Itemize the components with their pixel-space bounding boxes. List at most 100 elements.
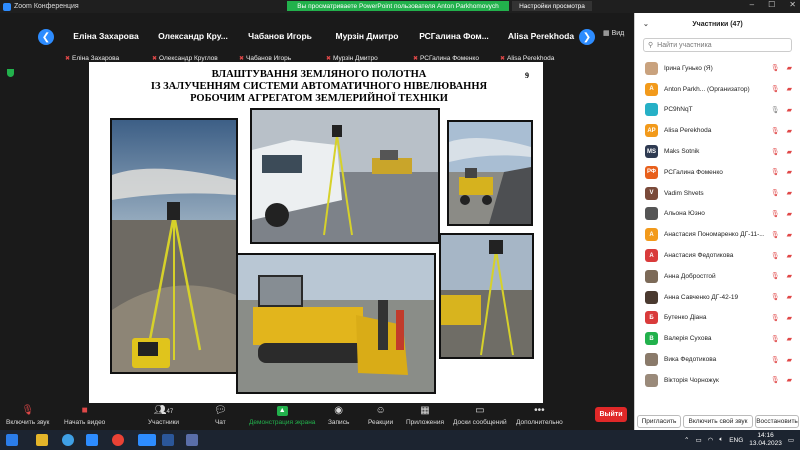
unmute-self-button[interactable]: Включить свой звук	[683, 414, 753, 428]
video-label: Начать видео	[64, 419, 106, 426]
mic-off-icon: 🎙︎	[770, 252, 780, 260]
tile-name-small: ✖ Чабанов Игорь	[239, 55, 291, 62]
participant-row[interactable]: PC9hNqT 🎙︎ ▰	[635, 100, 800, 121]
participant-row[interactable]: Вика Федотикова 🎙︎ ▰	[635, 349, 800, 370]
app-taskbar-icon[interactable]	[186, 434, 198, 446]
participant-search[interactable]: ⚲ Найти участника	[643, 38, 792, 52]
zoom-taskbar-icon[interactable]	[86, 434, 98, 446]
tile-name-large: Олександр Кру...	[158, 31, 228, 41]
participant-row[interactable]: В Валерія Сухова 🎙︎ ▰	[635, 328, 800, 349]
participant-name: Валерія Сухова	[664, 335, 712, 343]
share-screen-button[interactable]: ▲ Демонстрация экрана	[249, 405, 315, 426]
video-tile[interactable]: Олександр Кру... ✖ Олександр Круглов	[150, 21, 236, 62]
participant-status-icons: 🎙︎ ▰	[771, 272, 792, 280]
more-button[interactable]: ••• Дополнительно	[516, 405, 563, 426]
file-explorer-icon[interactable]	[36, 434, 48, 446]
video-off-icon: ▰	[786, 294, 792, 302]
close-icon[interactable]: ✕	[789, 0, 796, 9]
reclaim-host-button[interactable]: Восстановить	[755, 414, 799, 428]
unmute-label: Включить звук	[6, 419, 50, 426]
tile-name-large: Мурзін Дмитро	[335, 31, 399, 41]
volume-icon[interactable]: 🔈︎	[719, 436, 723, 444]
participant-row[interactable]: Анна Савченко ДГ-42-19 🎙︎ ▰	[635, 287, 800, 308]
strip-next-button[interactable]: ❯	[579, 29, 595, 45]
view-button[interactable]: ▦ Вид	[603, 29, 624, 37]
participant-row[interactable]: Вікторія Чорножук 🎙︎ ▰	[635, 370, 800, 391]
participant-name: Анна Савченко ДГ-42-19	[664, 293, 739, 301]
participant-row[interactable]: Альона Юзно 🎙︎ ▰	[635, 204, 800, 225]
participant-name: Бутенко Діана	[664, 314, 707, 322]
mic-off-icon: 🎙︎	[21, 405, 35, 416]
participant-row[interactable]: V Vadim Shvets 🎙︎ ▰	[635, 183, 800, 204]
mic-off-icon: ✖	[326, 56, 332, 62]
participant-row[interactable]: AP Alisa Perekhoda 🎙︎ ▰	[635, 120, 800, 141]
tile-name-large: Чабанов Игорь	[248, 31, 312, 41]
chevron-down-icon[interactable]: ⌄	[643, 20, 649, 28]
chevron-up-icon[interactable]: ⌃	[684, 436, 689, 444]
unmute-button[interactable]: 🎙︎ Включить звук	[6, 405, 49, 426]
participant-status-icons: 🎙︎ ▰	[771, 356, 792, 364]
participant-row[interactable]: РФ РСГалина Фоменко 🎙︎ ▰	[635, 162, 800, 183]
zoom-window: Zoom Конференция Вы просматриваете Power…	[0, 0, 800, 450]
video-off-icon: ▰	[786, 106, 792, 114]
video-tile[interactable]: Чабанов Игорь ✖ Чабанов Игорь	[237, 21, 323, 62]
wifi-icon[interactable]: ◠	[708, 436, 714, 444]
tile-label: РСГалина Фоменко	[420, 55, 479, 62]
participant-row[interactable]: MS Maks Sotnik 🎙︎ ▰	[635, 141, 800, 162]
participants-button[interactable]: 👥︎47 Участники	[148, 405, 179, 426]
tile-label: Еліна Захарова	[72, 55, 120, 62]
chat-button[interactable]: 💬︎ Чат	[214, 405, 227, 426]
chrome-icon[interactable]	[112, 434, 124, 446]
view-settings-button[interactable]: Настройки просмотра	[512, 1, 592, 11]
clock[interactable]: 14:16 13.04.2023	[749, 432, 782, 448]
whiteboards-button[interactable]: ▭ Доски сообщений	[453, 405, 507, 426]
video-tile[interactable]: Мурзін Дмитро ✖ Мурзін Дмитро	[324, 21, 410, 62]
apps-grid-icon: ▦	[420, 405, 430, 416]
participant-row[interactable]: А Анастасия Федотикова 🎙︎ ▰	[635, 245, 800, 266]
whiteboard-icon: ▭	[475, 405, 485, 416]
tile-name-large: Alisa Perekhoda	[507, 31, 575, 41]
photo-tripod-grader	[439, 233, 534, 359]
video-tile[interactable]: РСГалина Фом... ✖ РСГалина Фоменко	[411, 21, 497, 62]
slide-title-line: РОБОЧИМ АГРЕГАТОМ ЗЕМЛЕРИЙНОЇ ТЕХНІКИ	[190, 93, 448, 104]
network-icon[interactable]: ▭	[695, 436, 701, 444]
video-tile[interactable]: Еліна Захарова ✖ Еліна Захарова	[63, 21, 149, 62]
mic-off-icon: 🎙︎	[770, 106, 780, 114]
participant-row[interactable]: A Anton Parkh... (Организатор) 🎙︎ ▰	[635, 79, 800, 100]
mic-off-icon: 🎙︎	[770, 231, 780, 239]
invite-button[interactable]: Пригласить	[637, 414, 681, 428]
reactions-button[interactable]: ☺ Реакции	[368, 405, 393, 426]
windows-start-icon[interactable]	[6, 434, 18, 446]
mic-off-icon: 🎙︎	[770, 273, 780, 281]
leave-button[interactable]: Выйти	[595, 407, 627, 422]
telegram-icon[interactable]	[62, 434, 74, 446]
word-icon[interactable]	[162, 434, 174, 446]
participant-status-icons: 🎙︎ ▰	[771, 335, 792, 343]
participant-row[interactable]: А Анастасия Пономаренко ДГ-11-... 🎙︎ ▰	[635, 224, 800, 245]
photo-suv-tripod	[250, 108, 440, 244]
participant-status-icons: 🎙︎ ▰	[771, 252, 792, 260]
zoom-meeting-taskbar-icon[interactable]	[138, 434, 156, 446]
avatar	[645, 373, 658, 387]
video-tile[interactable]: Alisa Perekhoda ✖ Alisa Perekhoda	[498, 21, 584, 62]
participants-count: 47	[166, 409, 174, 415]
participant-row[interactable]: Б Бутенко Діана 🎙︎ ▰	[635, 308, 800, 329]
minimize-icon[interactable]: –	[750, 0, 754, 9]
participant-status-icons: 🎙︎ ▰	[771, 64, 792, 72]
language-indicator[interactable]: ENG	[729, 437, 743, 444]
mic-off-icon: 🎙︎	[770, 190, 780, 198]
avatar	[645, 61, 658, 75]
participant-row[interactable]: Анна Добростгой 🎙︎ ▰	[635, 266, 800, 287]
strip-prev-button[interactable]: ❮	[38, 29, 54, 45]
apps-button[interactable]: ▦ Приложения	[406, 405, 444, 426]
smiley-icon: ☺	[375, 405, 386, 416]
participant-row[interactable]: Ірина Гунько (Я) 🎙︎ ▰	[635, 58, 800, 79]
start-video-button[interactable]: ■ Начать видео	[64, 405, 105, 426]
participant-status-icons: 🎙︎ ▰	[771, 189, 792, 197]
notifications-icon[interactable]: ▭	[788, 436, 794, 444]
tile-label: Олександр Круглов	[159, 55, 218, 62]
maximize-icon[interactable]: ☐	[768, 0, 775, 9]
participant-name: Maks Sotnik	[664, 148, 700, 156]
participants-header: ⌄ Участники (47)	[635, 13, 800, 35]
record-button[interactable]: ◉ Запись	[328, 405, 349, 426]
